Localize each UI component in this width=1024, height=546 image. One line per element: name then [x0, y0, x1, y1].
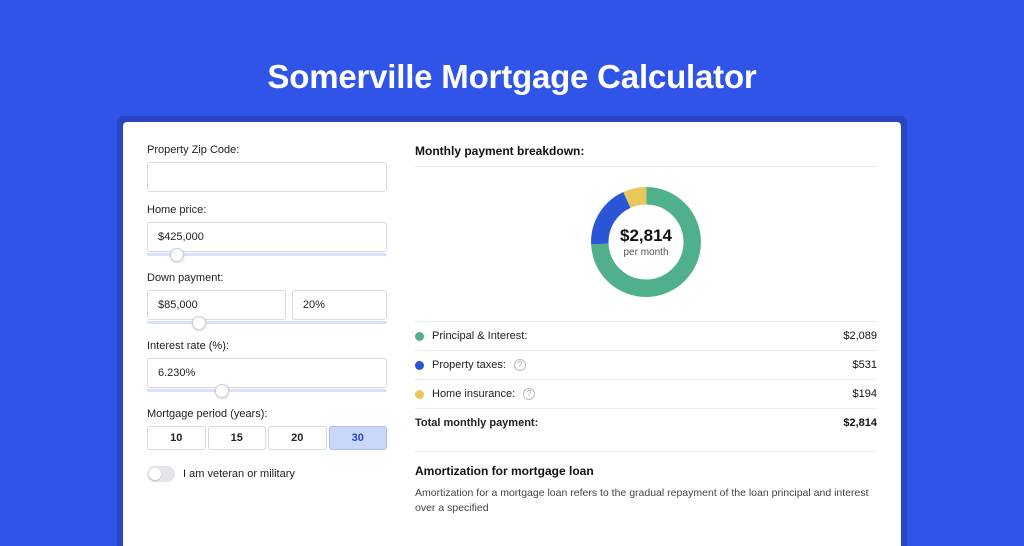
down-field: Down payment: [147, 272, 387, 328]
legend-label-total: Total monthly payment: [415, 417, 538, 429]
veteran-toggle[interactable] [147, 466, 175, 482]
legend-row-total: Total monthly payment: $2,814 [415, 408, 877, 437]
period-btn-30[interactable]: 30 [329, 426, 388, 450]
down-slider[interactable] [147, 321, 387, 324]
amortization-section: Amortization for mortgage loan Amortizat… [415, 451, 877, 516]
legend-row-insurance: Home insurance: ? $194 [415, 379, 877, 408]
page-title: Somerville Mortgage Calculator [0, 58, 1024, 96]
legend-value-principal: $2,089 [843, 330, 877, 342]
legend-label-principal: Principal & Interest: [432, 330, 527, 342]
down-label: Down payment: [147, 272, 387, 284]
legend-label-taxes: Property taxes: [432, 359, 506, 371]
veteran-label: I am veteran or military [183, 468, 295, 480]
legend-value-total: $2,814 [843, 417, 877, 429]
donut-area: $2,814 per month [415, 167, 877, 313]
zip-label: Property Zip Code: [147, 144, 387, 156]
price-label: Home price: [147, 204, 387, 216]
veteran-row: I am veteran or military [147, 466, 387, 482]
zip-input[interactable] [147, 162, 387, 192]
calculator-card: Property Zip Code: Home price: Down paym… [123, 122, 901, 546]
period-label: Mortgage period (years): [147, 408, 387, 420]
legend-row-taxes: Property taxes: ? $531 [415, 350, 877, 379]
donut-total: $2,814 [620, 226, 672, 246]
price-slider[interactable] [147, 253, 387, 256]
dot-principal [415, 332, 424, 341]
donut-chart: $2,814 per month [585, 181, 707, 303]
price-field: Home price: [147, 204, 387, 260]
amortization-heading: Amortization for mortgage loan [415, 464, 877, 478]
donut-center: $2,814 per month [585, 181, 707, 303]
period-field: Mortgage period (years): 10 15 20 30 [147, 408, 387, 450]
period-button-group: 10 15 20 30 [147, 426, 387, 450]
rate-field: Interest rate (%): [147, 340, 387, 396]
info-icon[interactable]: ? [514, 359, 526, 371]
donut-sub: per month [623, 247, 668, 258]
legend: Principal & Interest: $2,089 Property ta… [415, 321, 877, 437]
breakdown-title: Monthly payment breakdown: [415, 144, 877, 167]
info-icon[interactable]: ? [523, 388, 535, 400]
zip-field: Property Zip Code: [147, 144, 387, 192]
rate-slider[interactable] [147, 389, 387, 392]
period-btn-15[interactable]: 15 [208, 426, 267, 450]
dot-taxes [415, 361, 424, 370]
rate-label: Interest rate (%): [147, 340, 387, 352]
period-btn-20[interactable]: 20 [268, 426, 327, 450]
period-btn-10[interactable]: 10 [147, 426, 206, 450]
legend-value-insurance: $194 [853, 388, 877, 400]
calculator-card-frame: Property Zip Code: Home price: Down paym… [117, 116, 907, 546]
legend-value-taxes: $531 [853, 359, 877, 371]
legend-row-principal: Principal & Interest: $2,089 [415, 321, 877, 350]
inputs-panel: Property Zip Code: Home price: Down paym… [147, 144, 387, 516]
legend-label-insurance: Home insurance: [432, 388, 515, 400]
breakdown-panel: Monthly payment breakdown: $2,814 per mo… [415, 144, 877, 516]
dot-insurance [415, 390, 424, 399]
